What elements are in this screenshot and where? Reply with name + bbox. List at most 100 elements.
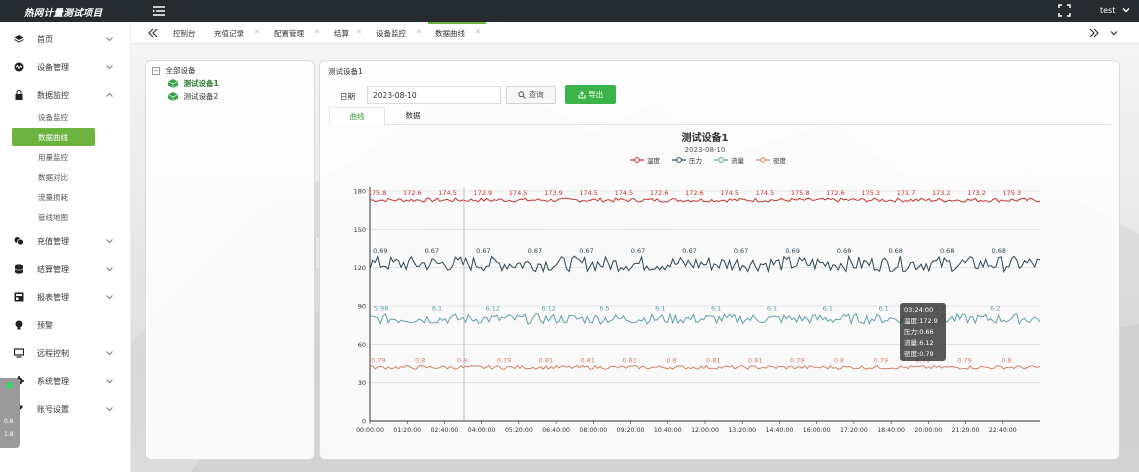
double-chevron-left-icon[interactable] [148, 28, 158, 38]
data-label: 0.79 [371, 356, 385, 364]
sidebar-item-remote-control[interactable]: 远程控制 [0, 344, 130, 362]
sidebar-item-settlement[interactable]: 结算管理 [0, 260, 130, 278]
sidebar-subitem-data-compare[interactable]: 数据对比 [12, 168, 95, 186]
data-label: 173.9 [544, 189, 563, 197]
sidebar-subitem-label: 数据对比 [38, 173, 68, 182]
sidebar-item-label: 预警 [37, 321, 53, 330]
tree-node-label: 测试设备1 [183, 79, 219, 88]
legend-marker [634, 157, 640, 163]
x-tick-label: 04:00:00 [468, 427, 496, 434]
data-label: 174.5 [579, 189, 598, 197]
x-tick-label: 18:40:00 [877, 427, 905, 434]
sidebar-item-device-management[interactable]: 设备管理 [0, 58, 130, 76]
sidebar-item-reports[interactable]: 报表管理 [0, 288, 130, 306]
data-label: 0.8 [1001, 356, 1011, 364]
legend-marker [718, 157, 724, 163]
sidebar-item-home[interactable]: 首页 [0, 30, 130, 48]
sidebar-subitem-usage-monitor[interactable]: 用量监控 [12, 148, 95, 166]
menu-toggle-icon[interactable] [152, 4, 166, 18]
x-tick-label: 06:40:00 [542, 427, 570, 434]
data-label: 6.1 [878, 305, 888, 313]
chevron-down-icon[interactable] [1121, 5, 1131, 15]
data-label: 0.8 [666, 356, 676, 364]
chevron-down-icon [106, 65, 113, 70]
chevron-down-icon [106, 379, 113, 384]
cube-icon [167, 92, 179, 101]
data-label: 172.6 [826, 189, 845, 197]
data-label: 0.81 [748, 356, 762, 364]
database-icon [14, 264, 24, 274]
tab-console[interactable]: 控制台 [173, 22, 207, 44]
sidebar-subitem-flow-loss[interactable]: 流量损耗 [12, 188, 95, 206]
tab-recharge-records[interactable]: 充值记录 ✕ [214, 22, 264, 44]
close-icon[interactable]: ✕ [475, 28, 481, 36]
monitor-icon [14, 348, 24, 358]
data-label: 0.79 [957, 356, 971, 364]
app-title: 热网计量测试项目 [24, 8, 103, 19]
sidebar-item-data-monitoring[interactable]: 数据监控 [0, 86, 130, 104]
chevron-down-icon [106, 37, 113, 42]
layers-icon [14, 35, 24, 43]
sidebar-item-recharge[interactable]: 充值管理 [0, 232, 130, 250]
tab-config[interactable]: 配置管理 ✕ [274, 22, 324, 44]
data-label: 175.3 [1002, 189, 1021, 197]
tab-label: 配置管理 [274, 29, 304, 38]
query-button[interactable]: 查询 [506, 86, 556, 104]
sidebar-subitem-data-curve[interactable]: 数据曲线 [12, 128, 95, 146]
close-icon[interactable]: ✕ [356, 28, 362, 36]
close-icon[interactable]: ✕ [416, 28, 422, 36]
chart-subtitle: 2023-08-10 [685, 146, 726, 154]
fullscreen-icon[interactable] [1058, 4, 1071, 17]
float-widget[interactable]: 0.6 1.8 [0, 378, 20, 448]
tab-device-monitor[interactable]: 设备监控 ✕ [376, 22, 428, 44]
tab-data-curve[interactable]: 数据曲线 ✕ [428, 22, 486, 44]
tree-node-device-2[interactable]: 测试设备2 [167, 91, 218, 102]
chevron-down-icon[interactable] [1109, 28, 1119, 38]
export-button[interactable]: 导出 [565, 85, 616, 104]
tooltip-line: 压力:0.66 [904, 327, 934, 336]
data-label: 172.6 [403, 189, 422, 197]
x-tick-label: 17:20:00 [840, 427, 868, 434]
sidebar-item-warning[interactable]: 预警 [0, 316, 130, 334]
y-tick-label: 120 [354, 264, 366, 272]
collapse-icon[interactable]: − [152, 66, 160, 75]
sidebar-subitem-pipeline-map[interactable]: 管线地图 [12, 208, 95, 226]
data-label: 6.1 [711, 305, 721, 313]
tab-data[interactable]: 数据 [385, 107, 441, 125]
data-label: 0.67 [476, 247, 490, 255]
widget-value: 0.6 [4, 418, 14, 425]
close-icon[interactable]: ✕ [254, 28, 260, 36]
x-tick-label: 22:40:00 [989, 427, 1017, 434]
legend-marker [676, 157, 682, 163]
data-label: 0.81 [539, 356, 553, 364]
sidebar-subitem-label: 管线地图 [38, 213, 68, 222]
data-label: 174.5 [756, 189, 775, 197]
x-tick-label: 13:20:00 [728, 427, 756, 434]
tree-node-device-1[interactable]: 测试设备1 [167, 78, 219, 89]
x-tick-label: 14:40:00 [766, 427, 794, 434]
sidebar-subitem-device-monitor[interactable]: 设备监控 [12, 108, 95, 126]
user-name[interactable]: test [1100, 6, 1115, 15]
y-tick-label: 90 [358, 303, 366, 311]
close-icon[interactable]: ✕ [314, 28, 320, 36]
legend-label: 密度 [773, 156, 787, 165]
tree-root[interactable]: − 全部设备 [152, 65, 196, 76]
tab-label: 充值记录 [214, 29, 244, 38]
tooltip-line: 流量:6.12 [904, 338, 934, 347]
view-tabs: 曲线 数据 [329, 107, 1111, 125]
y-tick-label: 30 [358, 379, 366, 387]
data-label: 0.79 [790, 356, 804, 364]
sidebar-item-label: 充值管理 [37, 237, 69, 246]
x-tick-label: 12:00:00 [691, 427, 719, 434]
data-label: 0.68 [992, 247, 1006, 255]
sidebar-item-label: 账号设置 [37, 405, 69, 414]
y-tick-label: 180 [354, 188, 366, 196]
tab-settlement[interactable]: 结算 ✕ [334, 22, 368, 44]
sidebar-subitem-label: 流量损耗 [38, 193, 68, 202]
data-label: 6.1 [432, 305, 442, 313]
x-tick-label: 21:20:00 [952, 427, 980, 434]
double-chevron-right-icon[interactable] [1089, 28, 1099, 38]
data-label: 0.67 [682, 247, 696, 255]
tab-curve[interactable]: 曲线 [329, 107, 385, 125]
date-input[interactable] [367, 86, 501, 104]
